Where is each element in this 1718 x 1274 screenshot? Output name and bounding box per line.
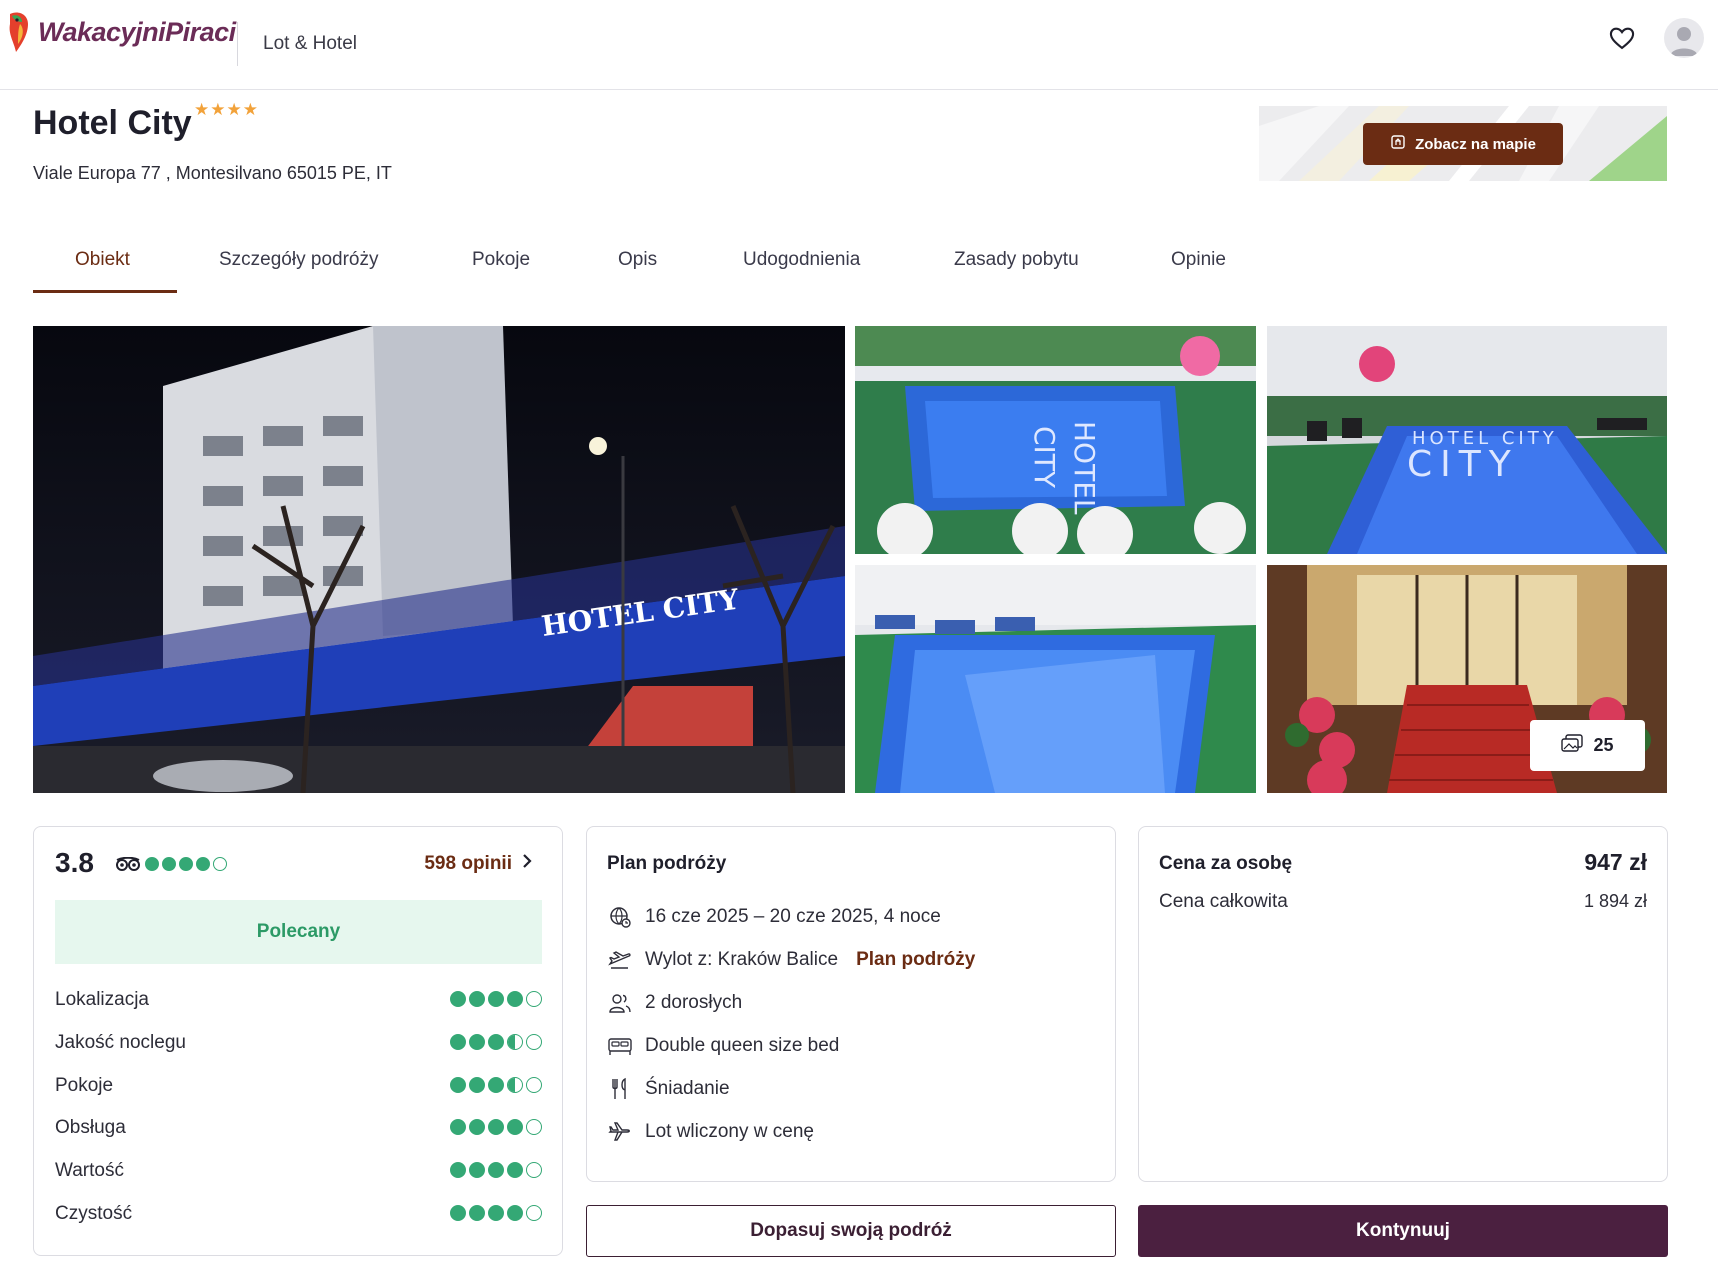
criterion-row: Pokoje	[55, 1073, 542, 1099]
criterion-bubbles	[450, 1077, 542, 1093]
tab-szczegoly-podrozy[interactable]: Szczegóły podróży	[219, 249, 378, 271]
active-tab-indicator	[33, 290, 177, 293]
svg-text:CITY: CITY	[1028, 426, 1061, 489]
plan-dates: 16 cze 2025 – 20 cze 2025, 4 noce	[607, 903, 941, 931]
users-icon	[607, 990, 633, 1016]
bed-icon	[607, 1033, 633, 1059]
criterion-label: Wartość	[55, 1160, 124, 1181]
plan-flight-text: Lot wliczony w cenę	[645, 1121, 814, 1142]
logo-text: WakacyjniPiraci	[38, 16, 236, 47]
tab-obiekt[interactable]: Obiekt	[75, 249, 130, 271]
rating-bubble	[179, 857, 193, 871]
price-per-person-label: Cena za osobę	[1159, 853, 1293, 874]
rating-bubble	[162, 857, 176, 871]
criterion-bubbles	[450, 1205, 542, 1221]
top-header: WakacyjniPiraci Lot & Hotel	[0, 0, 1718, 90]
images-icon	[1561, 734, 1584, 757]
customize-trip-button[interactable]: Dopasuj swoją podróż	[586, 1205, 1116, 1257]
hotel-stars: ★★★★	[194, 100, 259, 119]
gallery-photo-pool[interactable]: CITY HOTEL CITY	[1267, 326, 1667, 554]
criterion-label: Obsługa	[55, 1117, 126, 1138]
rating-score: 3.8	[55, 847, 94, 878]
pool-sign-top-text: HOTEL CITY	[1412, 428, 1558, 449]
photo-gallery: HOTEL CITY HOTEL CITY CITY HOTEL CITY	[33, 326, 1667, 793]
heart-icon[interactable]	[1608, 24, 1636, 52]
criterion-label: Lokalizacja	[55, 989, 149, 1010]
plan-departure-link[interactable]: Plan podróży	[856, 949, 975, 971]
criterion-bubbles	[450, 991, 542, 1007]
criterion-label: Czystość	[55, 1203, 133, 1224]
pool-sign-text: CITY	[1407, 444, 1519, 485]
tab-zasady-pobytu[interactable]: Zasady pobytu	[954, 249, 1079, 271]
photo-count-label: 25	[1593, 735, 1614, 755]
plane-takeoff-icon	[607, 947, 633, 973]
plan-guests-text: 2 dorosłych	[645, 992, 743, 1013]
criterion-row: Lokalizacja	[55, 987, 542, 1013]
continue-button[interactable]: Kontynuuj	[1138, 1205, 1668, 1257]
rating-bubble	[145, 857, 159, 871]
gallery-photo-pool-aerial[interactable]: HOTEL CITY	[855, 326, 1256, 554]
criterion-row: Wartość	[55, 1158, 542, 1184]
tab-opinie[interactable]: Opinie	[1171, 249, 1226, 271]
price-per-person-value: 947 zł	[1584, 849, 1647, 875]
calendar-globe-icon	[607, 904, 633, 930]
criterion-row: Obsługa	[55, 1115, 542, 1141]
parrot-logo-icon	[4, 10, 36, 54]
gallery-photo-pool-2[interactable]	[855, 565, 1256, 793]
rating-card: 3.8 598 opinii Polecany Lokalizacja Jako…	[33, 826, 563, 1256]
logo[interactable]: WakacyjniPiraci	[4, 10, 236, 54]
see-on-map-button[interactable]: Zobacz na mapie	[1363, 123, 1563, 165]
plan-flight: Lot wliczony w cenę	[607, 1118, 814, 1146]
rating-bubble	[196, 857, 210, 871]
plan-departure-text: Wylot z: Kraków Balice	[645, 949, 839, 970]
chevron-right-icon	[522, 853, 532, 875]
criterion-bubbles	[450, 1034, 542, 1050]
price-card: Cena za osobę 947 zł Cena całkowita 1 89…	[1138, 826, 1668, 1182]
plan-bed: Double queen size bed	[607, 1032, 839, 1060]
criterion-row: Jakość noclegu	[55, 1030, 542, 1056]
plan-guests: 2 dorosłych	[607, 989, 742, 1017]
total-price-value: 1 894 zł	[1583, 891, 1647, 911]
plan-dates-text: 16 cze 2025 – 20 cze 2025, 4 noce	[645, 906, 941, 927]
plan-departure: Wylot z: Kraków Balice Plan podróży	[607, 946, 975, 974]
fork-knife-icon	[607, 1076, 633, 1102]
plan-meal: Śniadanie	[607, 1075, 730, 1103]
gallery-main-photo[interactable]: HOTEL CITY	[33, 326, 845, 793]
header-section-label: Lot & Hotel	[263, 33, 357, 54]
user-avatar-icon[interactable]	[1664, 18, 1704, 58]
opinions-count: 598 opinii	[424, 853, 512, 874]
trip-plan-card: Plan podróży 16 cze 2025 – 20 cze 2025, …	[586, 826, 1116, 1182]
criterion-bubbles	[450, 1119, 542, 1135]
total-price-label: Cena całkowita	[1159, 891, 1288, 912]
tab-udogodnienia[interactable]: Udogodnienia	[743, 249, 860, 271]
overall-rating-bubbles	[145, 857, 227, 871]
see-on-map-label: Zobacz na mapie	[1415, 135, 1536, 153]
tripadvisor-owl-icon	[115, 856, 141, 871]
hotel-address: Viale Europa 77 , Montesilvano 65015 PE,…	[33, 163, 392, 183]
trip-plan-title: Plan podróży	[607, 853, 727, 874]
criterion-label: Pokoje	[55, 1075, 114, 1096]
recommended-badge: Polecany	[55, 900, 542, 964]
plan-meal-text: Śniadanie	[645, 1078, 730, 1099]
photo-count-button[interactable]: 25	[1530, 720, 1645, 771]
criterion-label: Jakość noclegu	[55, 1032, 186, 1053]
opinions-link[interactable]: 598 opinii	[424, 853, 532, 875]
rating-bubble	[213, 857, 227, 871]
tab-opis[interactable]: Opis	[618, 249, 657, 271]
criterion-row: Czystość	[55, 1201, 542, 1227]
plane-icon	[607, 1119, 633, 1145]
hotel-name: Hotel City	[33, 104, 192, 142]
plan-bed-text: Double queen size bed	[645, 1035, 840, 1056]
map-pin-icon	[1390, 134, 1406, 154]
header-divider	[237, 22, 238, 66]
svg-text:HOTEL: HOTEL	[1068, 421, 1101, 515]
tab-pokoje[interactable]: Pokoje	[472, 249, 530, 271]
criterion-bubbles	[450, 1162, 542, 1178]
